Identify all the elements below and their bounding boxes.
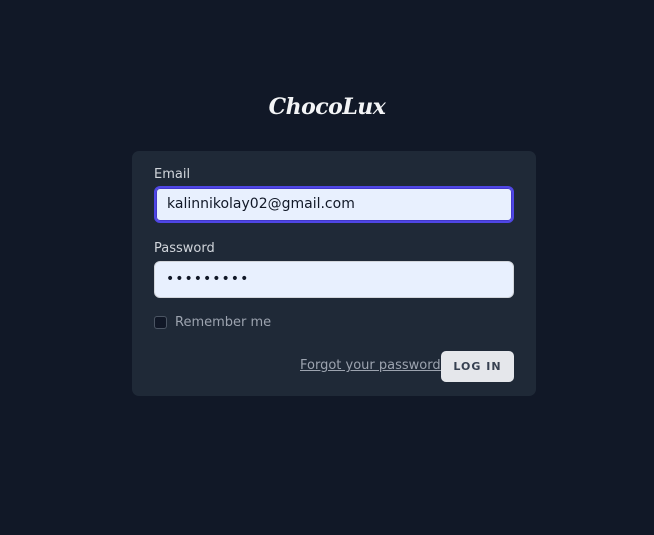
login-page: ChocoLux Email kalinnikolay02@gmail.com … (0, 0, 654, 535)
password-field[interactable]: ••••••••• (154, 261, 514, 298)
email-field[interactable]: kalinnikolay02@gmail.com (154, 186, 514, 223)
remember-me-label[interactable]: Remember me (175, 315, 271, 330)
forgot-password-link[interactable]: Forgot your password? (300, 358, 448, 373)
remember-me-row[interactable]: Remember me (154, 315, 271, 330)
email-label: Email (154, 167, 191, 182)
login-button[interactable]: LOG IN (441, 351, 514, 382)
password-label: Password (154, 241, 215, 256)
remember-me-checkbox[interactable] (154, 316, 167, 329)
brand-logo[interactable]: ChocoLux (0, 94, 654, 120)
login-card: Email kalinnikolay02@gmail.com Password … (132, 151, 536, 396)
